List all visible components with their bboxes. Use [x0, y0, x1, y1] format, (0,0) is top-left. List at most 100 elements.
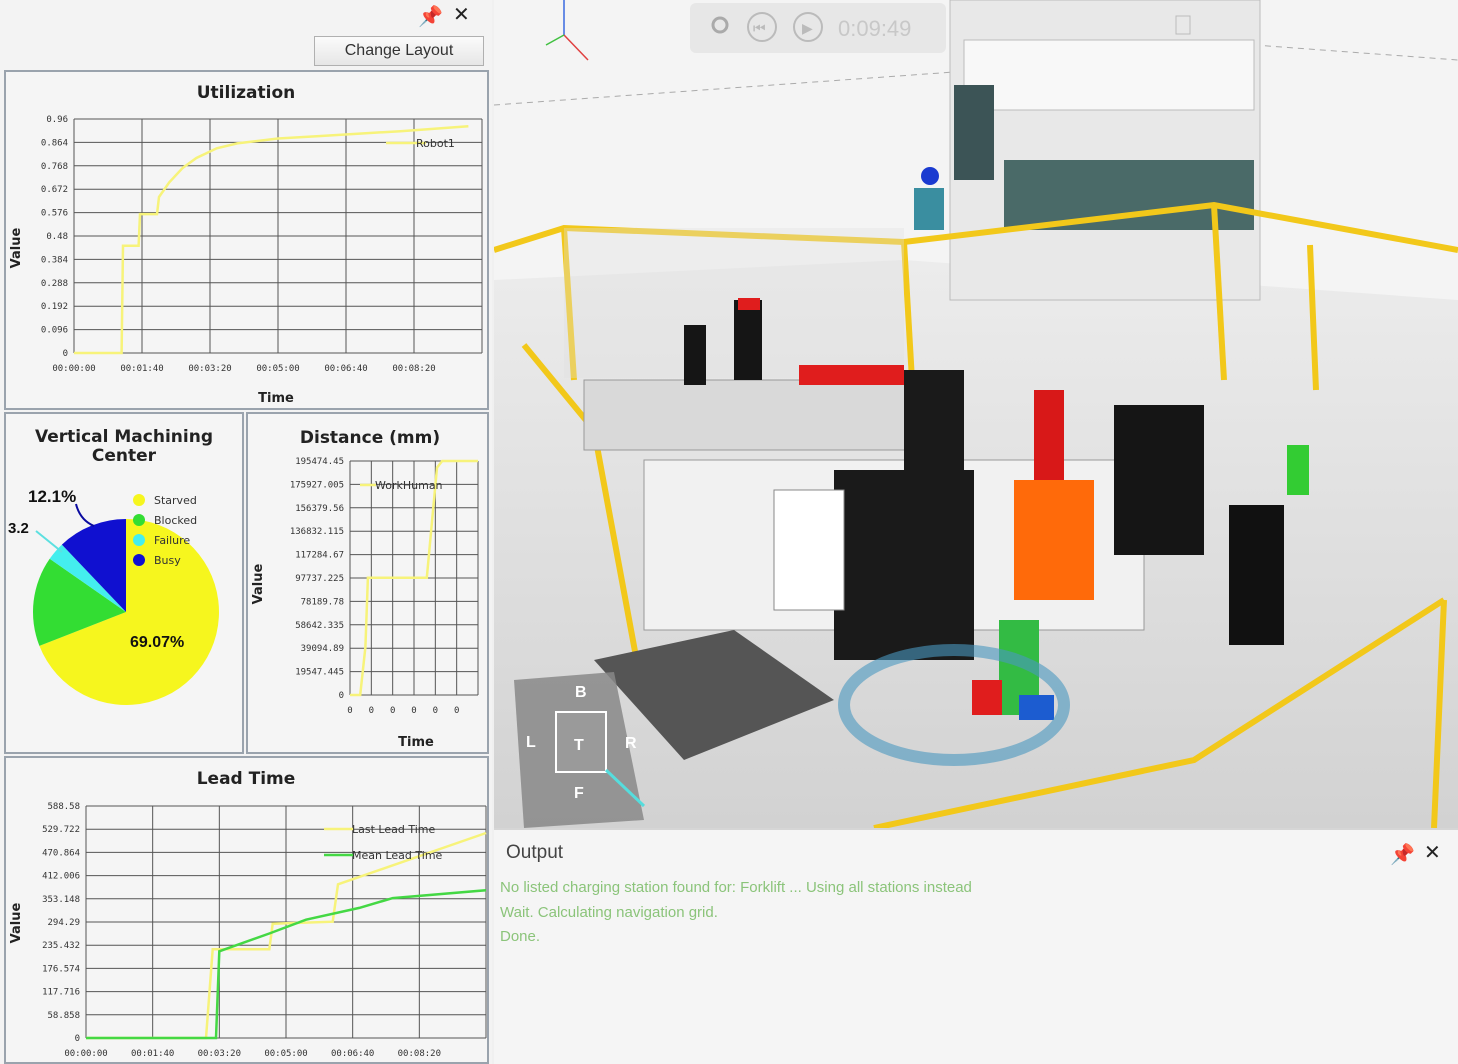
lead-y-tick: 0: [75, 1034, 80, 1044]
lead-x-tick: 00:05:00: [264, 1049, 307, 1059]
utilization-y-tick: 0.96: [46, 115, 68, 125]
vmc-legend-label: Busy: [154, 554, 181, 567]
vmc-title-line2: Center: [92, 446, 157, 466]
lead-y-tick: 176.574: [42, 964, 80, 974]
worker-body[interactable]: [914, 188, 944, 230]
log-line: Wait. Calculating navigation grid.: [500, 903, 718, 921]
lead-y-tick: 235.432: [42, 941, 80, 951]
play-icon: ▶: [802, 20, 813, 36]
distance-x-tick: 0: [454, 706, 459, 716]
utilization-y-tick: 0.192: [41, 302, 68, 312]
distance-x-tick: 0: [411, 706, 416, 716]
distance-title: Distance (mm): [300, 428, 440, 448]
utilization-chart-panel: Utilization Value Time 0.96 0.864 0.768 0.6…: [4, 70, 489, 410]
utilization-x-tick: 00:00:00: [52, 364, 95, 374]
output-log: No listed charging station found for: Fo…: [500, 876, 972, 950]
utilization-x-tick: 00:03:20: [188, 364, 231, 374]
vmc-legend-swatch: [133, 514, 145, 526]
utilization-ylabel: Value: [9, 227, 24, 268]
lead-x-tick: 00:00:00: [64, 1049, 107, 1059]
view-cube-front[interactable]: F: [574, 785, 584, 802]
view-cube-right[interactable]: R: [625, 735, 637, 752]
distance-xlabel: Time: [398, 735, 434, 750]
vmc-leader-busy: [75, 503, 95, 527]
vmc-legend-label: Failure: [154, 534, 190, 547]
pin-icon[interactable]: 📌: [418, 4, 443, 29]
distance-ylabel: Value: [251, 563, 266, 604]
output-close-icon[interactable]: ✕: [1424, 840, 1441, 865]
log-line: Done.: [500, 928, 541, 945]
utilization-y-tick: 0.768: [41, 162, 68, 172]
lead-y-tick: 588.58: [47, 802, 80, 812]
utilization-series-robot1: [74, 125, 469, 355]
vmc-label-starved: 69.07%: [130, 634, 184, 651]
distance-y-tick: 78189.78: [301, 597, 344, 607]
utilization-y-tick: 0.288: [41, 279, 68, 289]
vmc-legend-label: Blocked: [154, 514, 197, 527]
lead-x-tick: 00:01:40: [131, 1049, 174, 1059]
vmc-chart-panel: Vertical Machining Center Starved Blocked…: [4, 412, 244, 754]
utilization-x-tick: 00:06:40: [324, 364, 367, 374]
distance-chart: Distance (mm) Value Time 195474.45 175927…: [251, 428, 479, 750]
vertical-machining-center[interactable]: [834, 470, 974, 660]
lead-x-tick: 00:03:20: [198, 1049, 241, 1059]
lead-time-chart-panel: Lead Time Value 588.58 529.722 470.864 412.…: [4, 756, 489, 1064]
utilization-x-tick: 00:01:40: [120, 364, 163, 374]
change-layout-button[interactable]: Change Layout: [314, 36, 484, 66]
utilization-y-tick: 0.864: [41, 138, 68, 148]
lead-y-tick: 470.864: [42, 848, 80, 858]
distance-y-tick: 136832.115: [290, 527, 344, 537]
black-servo-2: [734, 300, 762, 380]
lead-time-chart: Lead Time Value 588.58 529.722 470.864 412.…: [9, 769, 487, 1059]
lead-y-tick: 294.29: [47, 918, 80, 928]
white-gantry: [773, 489, 845, 611]
cnc-cabinet[interactable]: [1114, 405, 1204, 555]
utilization-y-tick: 0.384: [41, 255, 68, 265]
utilization-xlabel: Time: [258, 391, 294, 406]
distance-y-tick: 175927.005: [290, 480, 344, 490]
servo-red-cap: [738, 298, 760, 310]
utilization-chart: Utilization Value Time 0.96 0.864 0.768 0.6…: [9, 83, 483, 406]
utilization-title: Utilization: [197, 83, 296, 103]
distance-x-tick: 0: [369, 706, 374, 716]
office-window-top: [963, 39, 1255, 111]
utilization-y-tick: 0.096: [41, 326, 68, 336]
control-panel[interactable]: [1229, 505, 1284, 645]
output-pin-icon[interactable]: 📌: [1390, 842, 1415, 867]
vmc-title-line1: Vertical Machining: [35, 427, 213, 447]
distance-y-tick: 195474.45: [295, 457, 344, 467]
utilization-legend-label: Robot1: [416, 137, 455, 150]
vmc-legend-swatch: [133, 534, 145, 546]
view-cube-top[interactable]: T: [574, 737, 584, 754]
lead-y-tick: 412.006: [42, 872, 80, 882]
view-cube-back[interactable]: B: [575, 684, 587, 701]
blue-part: [1019, 695, 1054, 720]
distance-y-tick: 58642.335: [295, 621, 344, 631]
log-line: No listed charging station found for: Fo…: [500, 879, 972, 896]
sim-clock: 0:09:49: [838, 16, 911, 41]
worker-head[interactable]: [921, 167, 939, 185]
lead-y-tick: 117.716: [42, 988, 80, 998]
lead-legend-mean: Mean Lead Time: [352, 849, 443, 862]
office-door: [954, 85, 994, 180]
utilization-y-tick: 0.48: [46, 232, 68, 242]
dock-toolbar: 📌 ✕ Change Layout: [0, 0, 492, 68]
view-cube-left[interactable]: L: [526, 734, 536, 751]
lead-y-tick: 58.858: [47, 1011, 80, 1021]
factory-scene[interactable]: T L R B F ⏮ ▶ 0:09:49: [494, 0, 1458, 828]
charts-dock: 📌 ✕ Change Layout Utilization Value Time…: [0, 0, 492, 1064]
vmc-label-busy: 12.1%: [28, 487, 76, 506]
vmc-legend-label: Starved: [154, 494, 197, 507]
utilization-x-tick: 00:08:20: [392, 364, 435, 374]
rewind-icon: ⏮: [753, 20, 766, 36]
close-icon[interactable]: ✕: [453, 2, 470, 27]
red-part: [972, 680, 1002, 715]
distance-chart-panel: Distance (mm) Value Time 195474.45 175927…: [246, 412, 489, 754]
vmc-spindle[interactable]: [904, 370, 964, 480]
orange-robot[interactable]: [1014, 480, 1094, 600]
utilization-y-tick: 0.576: [41, 209, 68, 219]
lead-x-tick: 00:08:20: [398, 1049, 441, 1059]
3d-viewport[interactable]: T L R B F ⏮ ▶ 0:09:49: [494, 0, 1458, 828]
distance-y-tick: 117284.67: [295, 551, 344, 561]
distance-y-tick: 0: [339, 691, 344, 701]
